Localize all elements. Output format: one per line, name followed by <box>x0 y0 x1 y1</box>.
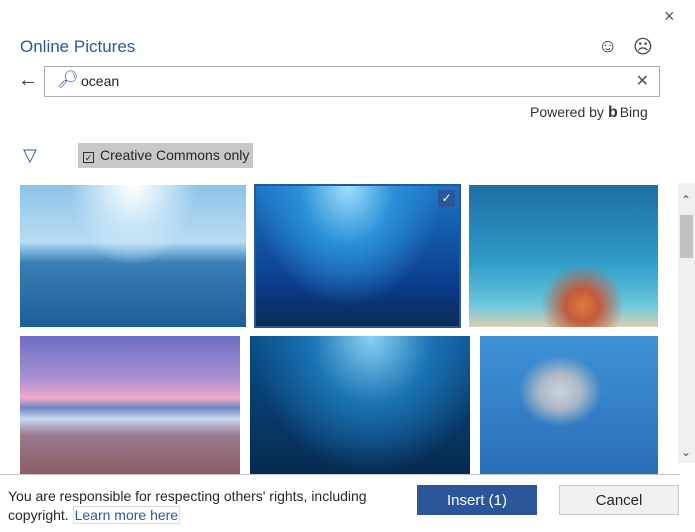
bing-label: Bing <box>619 104 648 120</box>
search-box[interactable]: 🔍︎ ✕ <box>44 66 660 97</box>
search-input[interactable] <box>81 73 621 89</box>
result-image-3[interactable] <box>469 185 658 327</box>
search-icon: 🔍︎ <box>57 70 79 89</box>
footer-divider <box>0 474 680 475</box>
result-image-6[interactable] <box>480 336 658 474</box>
dialog-title: Online Pictures <box>20 37 136 56</box>
vertical-scrollbar[interactable]: ⌃ ⌄ <box>678 183 695 463</box>
result-image-2-selected[interactable]: ✓ <box>254 184 461 328</box>
scroll-up-icon[interactable]: ⌃ <box>681 193 691 207</box>
scrollbar-thumb[interactable] <box>680 215 693 258</box>
learn-more-link[interactable]: Learn more here <box>72 506 181 524</box>
selected-check-icon[interactable]: ✓ <box>438 190 455 207</box>
checkbox-check-icon[interactable]: ✓ <box>83 152 94 163</box>
frown-feedback-icon[interactable]: ☹ <box>633 36 653 59</box>
rights-notice: You are responsible for respecting other… <box>8 487 388 525</box>
bing-logo-icon: b <box>607 104 618 121</box>
scroll-down-icon[interactable]: ⌄ <box>681 445 691 459</box>
powered-by-label: Powered by <box>530 104 604 120</box>
clear-search-icon[interactable]: ✕ <box>636 71 649 91</box>
rights-notice-text: You are responsible for respecting other… <box>8 488 367 523</box>
powered-by-bing: Powered by b Bing <box>530 104 648 122</box>
result-image-1[interactable] <box>20 185 246 327</box>
back-arrow-icon[interactable]: ← <box>18 69 38 92</box>
insert-button[interactable]: Insert (1) <box>417 485 537 515</box>
result-image-4[interactable] <box>20 336 240 474</box>
close-icon[interactable]: × <box>664 6 675 27</box>
smile-feedback-icon[interactable]: ☺ <box>598 36 617 58</box>
result-image-5[interactable] <box>250 336 470 474</box>
filter-icon[interactable]: ▽ <box>23 145 37 166</box>
creative-commons-checkbox[interactable]: ✓ Creative Commons only <box>78 143 253 168</box>
cancel-button[interactable]: Cancel <box>559 485 679 515</box>
creative-commons-label: Creative Commons only <box>100 147 250 163</box>
